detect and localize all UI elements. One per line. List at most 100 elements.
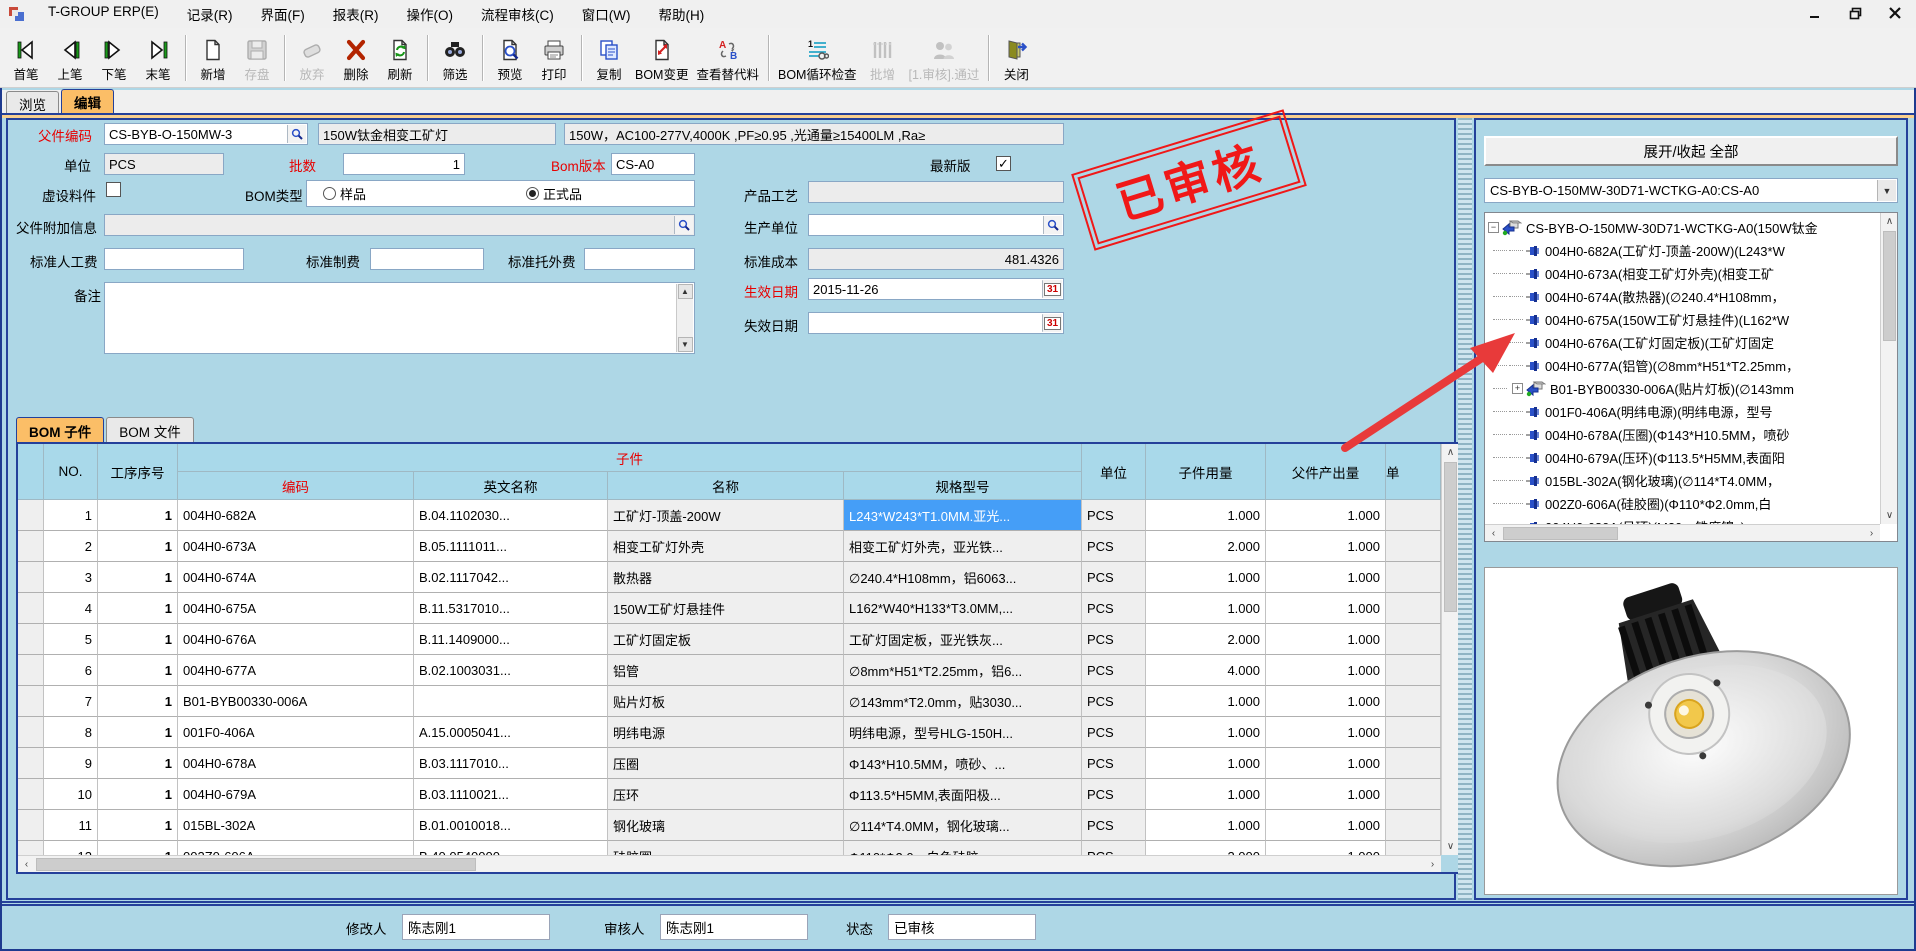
cell-last[interactable] — [1386, 531, 1441, 562]
cell-ind[interactable] — [18, 748, 44, 779]
bom-type-formal-radio[interactable]: 正式品 — [526, 184, 582, 203]
cell-code[interactable]: 015BL-302A — [178, 810, 414, 841]
toolbar-nav-prev-button[interactable]: 上笔 — [48, 31, 92, 85]
cell-qty[interactable]: 1.000 — [1146, 779, 1266, 810]
cell-out[interactable]: 1.000 — [1266, 593, 1386, 624]
cell-spec[interactable]: ∅8mm*H51*T2.25mm，铝6... — [844, 655, 1082, 686]
table-vertical-scrollbar[interactable]: ∧ ∨ — [1441, 444, 1458, 855]
menu-item[interactable]: 窗口(W) — [568, 1, 645, 27]
cell-no[interactable]: 11 — [44, 810, 98, 841]
cell-op[interactable]: 1 — [98, 562, 178, 593]
toolbar-nav-next-button[interactable]: 下笔 — [92, 31, 136, 85]
table-row[interactable]: 11004H0-682AB.04.1102030...工矿灯-顶盖-200WL2… — [18, 500, 1441, 531]
toolbar-save-button[interactable]: 存盘 — [235, 31, 279, 85]
expire-date-field[interactable]: 31 — [808, 312, 1064, 334]
cell-ind[interactable] — [18, 624, 44, 655]
cell-no[interactable]: 10 — [44, 779, 98, 810]
cell-op[interactable]: 1 — [98, 810, 178, 841]
tree-item[interactable]: 004H0-682A(工矿灯-顶盖-200W)(L243*W — [1485, 239, 1880, 262]
modifier-field[interactable]: 陈志刚1 — [402, 914, 550, 940]
cell-unit[interactable]: PCS — [1082, 500, 1146, 531]
cell-last[interactable] — [1386, 717, 1441, 748]
cell-ind[interactable] — [18, 810, 44, 841]
toolbar-bom-loop-check-button[interactable]: 1BOM循环检查 — [774, 31, 860, 85]
menu-item[interactable]: 操作(O) — [393, 1, 468, 27]
parent-name-field[interactable]: 150W钛金相变工矿灯 — [318, 123, 556, 145]
cell-no[interactable]: 9 — [44, 748, 98, 779]
parent-spec-field[interactable]: 150W，AC100-277V,4000K ,PF≥0.95 ,光通量≥1540… — [564, 123, 1064, 145]
cell-spec[interactable]: 明纬电源，型号HLG-150H... — [844, 717, 1082, 748]
expire-date-calendar-button[interactable]: 31 — [1042, 314, 1062, 332]
cell-no[interactable]: 3 — [44, 562, 98, 593]
effective-date-calendar-button[interactable]: 31 — [1042, 280, 1062, 298]
cell-name[interactable]: 150W工矿灯悬挂件 — [608, 593, 844, 624]
cell-unit[interactable]: PCS — [1082, 779, 1146, 810]
tree-item[interactable]: 001F0-406A(明纬电源)(明纬电源，型号 — [1485, 400, 1880, 423]
std-labor-field[interactable] — [104, 248, 244, 270]
cell-name[interactable]: 压环 — [608, 779, 844, 810]
cell-en[interactable]: B.11.5317010... — [414, 593, 608, 624]
cell-en[interactable]: B.03.1110021... — [414, 779, 608, 810]
menu-item[interactable]: 报表(R) — [319, 1, 393, 27]
scrollbar-thumb[interactable] — [1503, 527, 1618, 540]
unit-field[interactable]: PCS — [104, 153, 224, 175]
scroll-down-icon[interactable]: ▼ — [678, 337, 693, 352]
table-row[interactable]: 41004H0-675AB.11.5317010...150W工矿灯悬挂件L16… — [18, 593, 1441, 624]
cell-ind[interactable] — [18, 655, 44, 686]
cell-name[interactable]: 铝管 — [608, 655, 844, 686]
cell-op[interactable]: 1 — [98, 655, 178, 686]
effective-date-field[interactable]: 2015-11-26 31 — [808, 278, 1064, 300]
table-horizontal-scrollbar[interactable]: ‹ › — [18, 855, 1441, 872]
cell-en[interactable]: B.05.1111011... — [414, 531, 608, 562]
cell-spec[interactable]: L243*W243*T1.0MM.亚光... — [844, 500, 1082, 531]
parent-extra-info-lookup-button[interactable] — [674, 216, 693, 234]
cell-name[interactable]: 贴片灯板 — [608, 686, 844, 717]
table-row[interactable]: 61004H0-677AB.02.1003031...铝管∅8mm*H51*T2… — [18, 655, 1441, 686]
cell-out[interactable]: 1.000 — [1266, 500, 1386, 531]
cell-last[interactable] — [1386, 655, 1441, 686]
bom-type-sample-radio[interactable]: 样品 — [323, 184, 366, 203]
prod-unit-lookup-button[interactable] — [1043, 216, 1062, 234]
toolbar-copy-button[interactable]: 复制 — [587, 31, 631, 85]
tree-item[interactable]: 004H0-678A(压圈)(Φ143*H10.5MM，喷砂 — [1485, 423, 1880, 446]
tree-item[interactable]: 004H0-680A(吊环)(M20、铁度镍。) — [1485, 515, 1880, 524]
cell-code[interactable]: 004H0-678A — [178, 748, 414, 779]
cell-qty[interactable]: 1.000 — [1146, 562, 1266, 593]
menu-item[interactable]: 记录(R) — [173, 1, 247, 27]
cell-out[interactable]: 1.000 — [1266, 810, 1386, 841]
parent-code-lookup-button[interactable] — [287, 125, 306, 143]
scrollbar-thumb[interactable] — [36, 858, 476, 871]
panel-splitter[interactable] — [1458, 118, 1472, 900]
cell-code[interactable]: 004H0-677A — [178, 655, 414, 686]
tab-BOM 子件[interactable]: BOM 子件 — [16, 417, 104, 442]
cell-spec[interactable]: L162*W40*H133*T3.0MM,... — [844, 593, 1082, 624]
cell-qty[interactable]: 1.000 — [1146, 686, 1266, 717]
std-outsource-field[interactable] — [584, 248, 695, 270]
toolbar-nav-last-button[interactable]: 末笔 — [136, 31, 180, 85]
craft-field[interactable] — [808, 181, 1064, 203]
cell-en[interactable]: B.01.0010018... — [414, 810, 608, 841]
virtual-part-checkbox[interactable] — [106, 182, 121, 197]
table-row[interactable]: 111015BL-302AB.01.0010018...钢化玻璃∅114*T4.… — [18, 810, 1441, 841]
cell-qty[interactable]: 1.000 — [1146, 717, 1266, 748]
cell-out[interactable]: 1.000 — [1266, 686, 1386, 717]
cell-unit[interactable]: PCS — [1082, 748, 1146, 779]
toolbar-batch-add-button[interactable]: 批增 — [860, 31, 904, 85]
cell-no[interactable]: 1 — [44, 500, 98, 531]
scroll-right-icon[interactable]: › — [1424, 856, 1441, 873]
tree-item[interactable]: 004H0-674A(散热器)(∅240.4*H108mm， — [1485, 285, 1880, 308]
scroll-up-icon[interactable]: ∧ — [1881, 213, 1898, 230]
cell-last[interactable] — [1386, 624, 1441, 655]
cell-out[interactable]: 1.000 — [1266, 531, 1386, 562]
cell-name[interactable]: 工矿灯-顶盖-200W — [608, 500, 844, 531]
cell-out[interactable]: 1.000 — [1266, 655, 1386, 686]
cell-last[interactable] — [1386, 500, 1441, 531]
cell-ind[interactable] — [18, 593, 44, 624]
toolbar-view-alternate-button[interactable]: AB查看替代料 — [692, 31, 763, 85]
cell-name[interactable]: 明纬电源 — [608, 717, 844, 748]
cell-spec[interactable]: ∅114*T4.0MM，钢化玻璃... — [844, 810, 1082, 841]
cell-spec[interactable]: ∅143mm*T2.0mm，贴3030... — [844, 686, 1082, 717]
cell-unit[interactable]: PCS — [1082, 655, 1146, 686]
cell-no[interactable]: 5 — [44, 624, 98, 655]
cell-out[interactable]: 1.000 — [1266, 748, 1386, 779]
